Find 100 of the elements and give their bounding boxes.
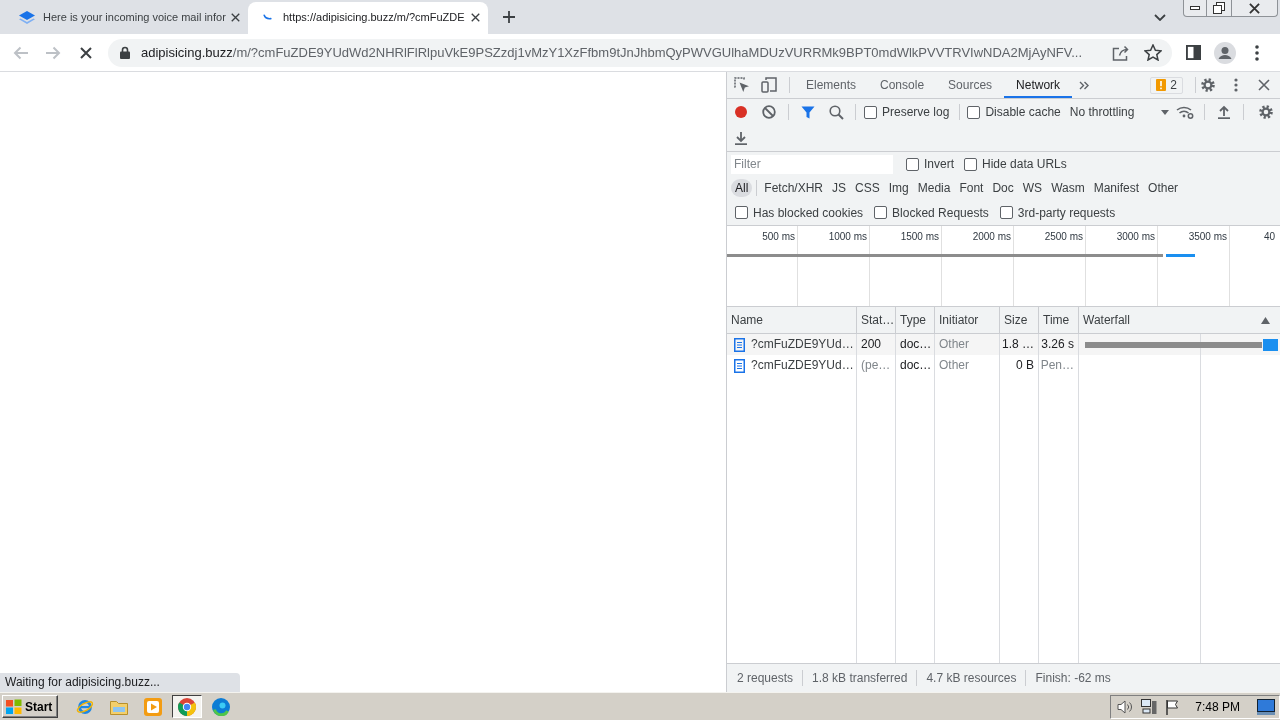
checkbox[interactable]	[906, 157, 919, 171]
close-icon[interactable]	[471, 12, 480, 22]
column-header[interactable]: Size	[1000, 307, 1039, 334]
table-cell: doc…	[896, 334, 935, 355]
panel-tab[interactable]: Network	[1004, 72, 1073, 98]
settings-icon[interactable]	[1258, 104, 1274, 120]
e-logo-icon	[76, 697, 95, 716]
close-icon	[1249, 2, 1260, 14]
upload-icon[interactable]	[1217, 105, 1230, 119]
plus-icon[interactable]	[503, 11, 515, 23]
checkbox-label: Invert	[924, 157, 954, 171]
restore-icon	[1213, 2, 1225, 14]
start-button[interactable]: Start	[2, 695, 59, 718]
double-chevron-icon[interactable]	[1079, 80, 1090, 90]
star-icon[interactable]	[1144, 44, 1162, 61]
cursor-box-icon[interactable]	[734, 77, 750, 93]
checkbox[interactable]	[964, 157, 977, 171]
devices-icon[interactable]	[761, 77, 777, 93]
flag-icon[interactable]	[1165, 698, 1180, 715]
restore-button[interactable]	[1207, 0, 1232, 17]
type-filter-button[interactable]: Other	[1144, 179, 1183, 197]
issues-button[interactable]: 2	[1150, 76, 1183, 94]
table-cell: 0 B	[1000, 355, 1039, 376]
checkbox-label: Preserve log	[882, 105, 950, 119]
checkbox[interactable]	[967, 105, 981, 119]
checkbox-label: Hide data URLs	[982, 157, 1067, 171]
column-header[interactable]: Stat…	[857, 307, 896, 334]
column-header[interactable]: Time	[1039, 307, 1079, 334]
share-icon[interactable]	[1112, 44, 1130, 61]
table-cell: (pe…	[857, 355, 896, 376]
panel-tab[interactable]: Console	[868, 72, 937, 98]
taskbar-button[interactable]	[172, 695, 203, 718]
download-icon[interactable]	[735, 131, 747, 145]
menu-icon[interactable]	[1234, 78, 1238, 92]
type-filter-button[interactable]: Img	[884, 179, 913, 197]
swirl-logo-icon	[212, 697, 231, 716]
table-cell: doc…	[896, 355, 935, 376]
flag-logo-icon	[6, 698, 22, 715]
block-icon[interactable]	[762, 105, 776, 119]
browser-tab[interactable]: Here is your incoming voice mail infor	[8, 2, 248, 34]
speaker-icon[interactable]	[1117, 698, 1134, 715]
panel-tab[interactable]: Elements	[794, 72, 869, 98]
summary-text: 4.7 kB resources	[926, 671, 1017, 685]
network-icon[interactable]	[1141, 698, 1158, 715]
panel-tab[interactable]: Sources	[936, 72, 1005, 98]
type-filter-button[interactable]: Wasm	[1047, 179, 1089, 197]
search-icon[interactable]	[828, 104, 844, 120]
settings-icon[interactable]	[1200, 77, 1216, 93]
summary-text: Finish: -62 ms	[1035, 671, 1111, 685]
type-filter-button[interactable]: Doc	[988, 179, 1018, 197]
type-filter-button[interactable]: CSS	[851, 179, 884, 197]
address-bar[interactable]: adipisicing.buzz/m/?cmFuZDE9YUdWd2NHRlFlRlpuVkE9PSZzdj1vMzY1XzFfbm9tJnJhbmQyPWVGUlhaMDUzVURRMk9BPT0mdWlkPVVTRVIwNDA2MjAyNFV...	[108, 38, 1172, 67]
desktop-icon[interactable]	[1257, 698, 1275, 715]
tick-label: 1500 ms	[900, 231, 939, 242]
checkbox-label: 3rd-party requests	[1017, 205, 1116, 220]
table-row[interactable]: ?cmFuZDE9YUd… 200 doc… Other 1.8 … 3.26 s	[727, 334, 1280, 355]
url-text[interactable]: adipisicing.buzz/m/?cmFuZDE9YUdWd2NHRlFlRlpuVkE9PSZzdj1vMzY1XzFfbm9tJnJhbmQyPWVGUlhaMDUzVURRMk9BPT0mdWlkPVVTRVIwNDA2MjAyNFV...	[141, 43, 1112, 62]
close-button[interactable]	[1232, 0, 1278, 17]
wifi-settings-icon[interactable]	[1175, 105, 1194, 119]
column-header[interactable]: Name	[727, 307, 857, 334]
checkbox[interactable]	[864, 105, 877, 119]
type-filter-button[interactable]: WS	[1018, 179, 1047, 197]
lock-icon[interactable]	[120, 46, 130, 59]
cross-icon[interactable]	[80, 46, 92, 59]
avatar-icon[interactable]	[1214, 41, 1236, 64]
menu-icon[interactable]	[1255, 44, 1259, 61]
play-icon	[144, 697, 163, 716]
table-cell: 1.8 …	[1000, 334, 1039, 355]
type-filter-button[interactable]: JS	[828, 179, 851, 197]
chevron-down-icon[interactable]	[1154, 13, 1166, 21]
clock: 7:48 PM	[1195, 699, 1240, 714]
filter-input[interactable]: Filter	[731, 154, 893, 174]
type-filter-button[interactable]: All	[731, 179, 753, 197]
column-header[interactable]: Waterfall	[1079, 307, 1280, 334]
request-name[interactable]: ?cmFuZDE9YUd…	[751, 355, 854, 376]
browser-tab[interactable]: https://adipisicing.buzz/m/?cmFuZDE	[248, 2, 488, 34]
filter-icon[interactable]	[801, 105, 815, 119]
checkbox-label: Disable cache	[985, 105, 1061, 119]
close-icon[interactable]	[231, 12, 240, 22]
close-icon[interactable]	[1258, 79, 1270, 91]
side-panel-icon[interactable]	[1186, 45, 1201, 60]
minimize-button[interactable]	[1183, 0, 1207, 17]
column-header[interactable]: Type	[896, 307, 935, 334]
throttling-select[interactable]: No throttling	[1066, 105, 1171, 119]
checkbox[interactable]	[874, 206, 888, 219]
type-filter-button[interactable]: Media	[913, 179, 955, 197]
summary-text: 1.8 kB transferred	[812, 671, 908, 685]
column-header[interactable]: Initiator	[935, 307, 1000, 334]
type-filter-button[interactable]: Manifest	[1089, 179, 1144, 197]
caret-icon	[1160, 109, 1169, 115]
type-filter-button[interactable]: Fetch/XHR	[760, 179, 828, 197]
request-name[interactable]: ?cmFuZDE9YUd…	[751, 334, 854, 355]
overview-download-bar	[1166, 254, 1195, 257]
ring-logo-icon	[178, 697, 197, 716]
minimize-icon	[1190, 6, 1200, 10]
checkbox[interactable]	[735, 206, 748, 219]
type-filter-button[interactable]: Font	[955, 179, 988, 197]
checkbox[interactable]	[999, 206, 1013, 219]
record-icon[interactable]	[735, 106, 747, 118]
table-cell: 200	[857, 334, 896, 355]
